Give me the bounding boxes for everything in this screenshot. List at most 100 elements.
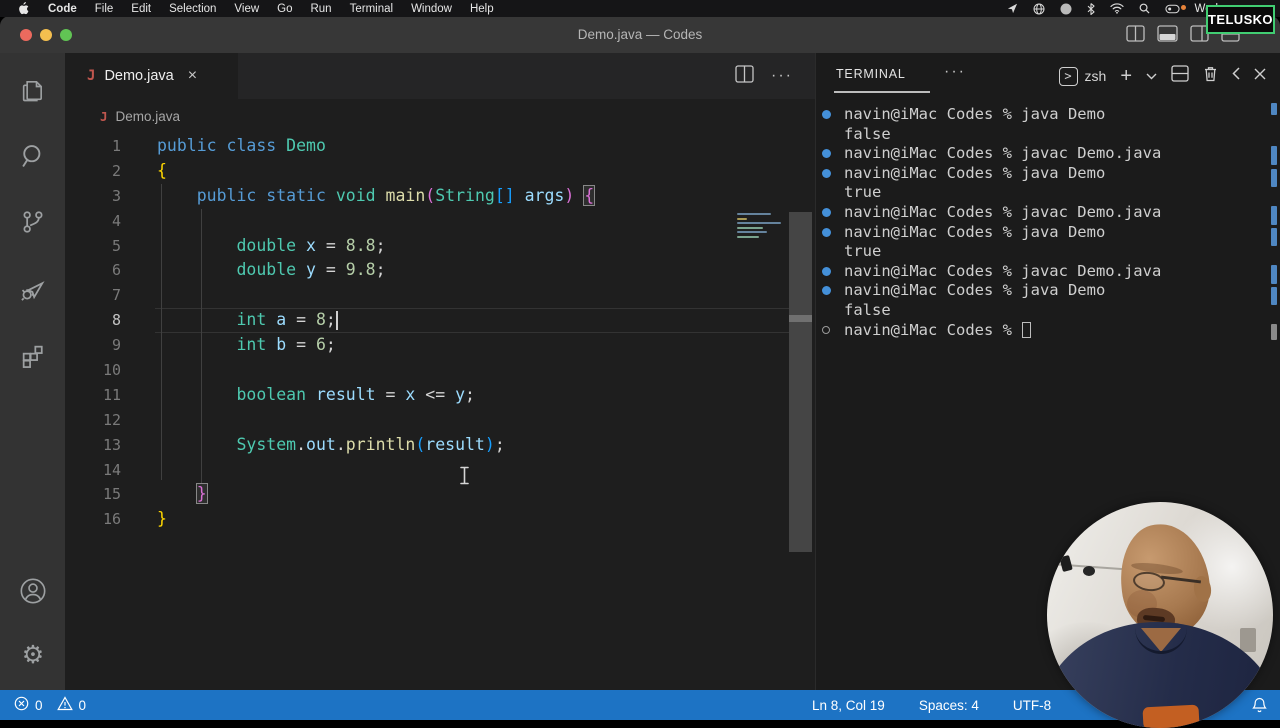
indentation-status[interactable]: Spaces: 4: [919, 698, 979, 713]
terminal-line[interactable]: navin@iMac Codes % java Demo: [816, 281, 1268, 301]
menu-item-code[interactable]: Code: [39, 3, 86, 15]
terminal-line[interactable]: navin@iMac Codes % javac Demo.java: [816, 262, 1268, 282]
minimap[interactable]: [737, 213, 783, 249]
tab-demo-java[interactable]: J Demo.java ×: [65, 53, 238, 99]
split-terminal-icon[interactable]: [1171, 65, 1189, 87]
code-line[interactable]: 16}: [65, 507, 815, 532]
indent-guide: [161, 184, 162, 480]
menu-item-help[interactable]: Help: [461, 3, 503, 15]
wall-object: [1059, 554, 1073, 573]
code-line[interactable]: 11 boolean result = x <= y;: [65, 383, 815, 408]
menu-item-file[interactable]: File: [86, 3, 123, 15]
menu-item-go[interactable]: Go: [268, 3, 301, 15]
terminal-line[interactable]: navin@iMac Codes % java Demo: [816, 223, 1268, 243]
menu-item-terminal[interactable]: Terminal: [341, 3, 402, 15]
java-file-icon: J: [87, 68, 96, 84]
menu-item-run[interactable]: Run: [301, 3, 340, 15]
code-line[interactable]: 13 System.out.println(result);: [65, 433, 815, 458]
scrollbar-cursor-mark: [789, 315, 812, 322]
code-line[interactable]: 14: [65, 458, 815, 483]
code-text: int b = 6;: [236, 335, 336, 355]
line-number: 10: [102, 361, 121, 380]
wifi-icon[interactable]: [1109, 3, 1124, 14]
bluetooth-icon[interactable]: [1087, 2, 1095, 15]
terminal-line[interactable]: navin@iMac Codes % javac Demo.java: [816, 144, 1268, 164]
code-text: boolean result = x <= y;: [236, 384, 475, 404]
panel-more-actions-icon[interactable]: ···: [944, 63, 966, 81]
problems-status[interactable]: 0 0: [14, 690, 94, 720]
menu-item-window[interactable]: Window: [402, 3, 461, 15]
explorer-icon[interactable]: [19, 76, 47, 104]
line-number: 12: [102, 410, 121, 429]
line-number: 8: [111, 311, 121, 330]
wall-object: [1083, 566, 1095, 576]
breadcrumb[interactable]: J Demo.java: [65, 99, 815, 134]
code-line[interactable]: 10: [65, 358, 815, 383]
close-panel-icon[interactable]: [1254, 67, 1266, 85]
code-line[interactable]: 8 int a = 8;: [65, 308, 815, 333]
code-line[interactable]: 4: [65, 209, 815, 234]
code-text: {: [157, 160, 167, 180]
terminal-output[interactable]: navin@iMac Codes % java Demo false navin@i…: [816, 105, 1268, 340]
code-line[interactable]: 12: [65, 408, 815, 433]
siri-icon[interactable]: [1060, 3, 1072, 15]
extensions-icon[interactable]: [19, 342, 47, 370]
apple-menu-icon[interactable]: [18, 2, 29, 15]
terminal-line[interactable]: navin@iMac Codes % javac Demo.java: [816, 203, 1268, 223]
window-title-bar[interactable]: Demo.java — Codes: [0, 16, 1280, 53]
settings-gear-icon[interactable]: ⚙: [19, 642, 47, 670]
new-terminal-icon[interactable]: +: [1120, 65, 1132, 88]
toggle-bottom-panel-icon[interactable]: [1157, 25, 1178, 42]
overview-ruler-mark: [1271, 169, 1277, 187]
launch-profile-chevron-icon[interactable]: [1146, 67, 1157, 85]
menu-item-edit[interactable]: Edit: [122, 3, 160, 15]
code-line[interactable]: 9 int b = 6;: [65, 333, 815, 358]
command-decoration-dot: [822, 110, 831, 119]
code-line[interactable]: 3 public static void main(String[] args)…: [65, 184, 815, 209]
menu-item-selection[interactable]: Selection: [160, 3, 225, 15]
terminal-line[interactable]: navin@iMac Codes %: [816, 321, 1268, 341]
editor-scrollbar[interactable]: [789, 212, 812, 552]
source-control-icon[interactable]: [19, 208, 47, 236]
toggle-panel-layout-icon[interactable]: [1126, 25, 1145, 42]
globe-icon[interactable]: [1033, 3, 1045, 15]
kill-terminal-trash-icon[interactable]: [1203, 65, 1218, 87]
tab-close-icon[interactable]: ×: [188, 67, 197, 85]
code-line[interactable]: 1 public class Demo: [65, 134, 815, 159]
terminal-line[interactable]: true: [816, 242, 1268, 262]
split-editor-icon[interactable]: [735, 64, 754, 88]
code-line[interactable]: 5 double x = 8.8;: [65, 234, 815, 259]
code-line[interactable]: 2{: [65, 159, 815, 184]
run-debug-icon[interactable]: [19, 275, 47, 303]
code-line[interactable]: 15 }: [65, 482, 815, 507]
control-center-icon[interactable]: [1164, 4, 1186, 14]
code-text: public static void main(String[] args) {: [196, 185, 595, 205]
code-text: }: [196, 484, 207, 504]
terminal-line[interactable]: true: [816, 183, 1268, 203]
shell-selector[interactable]: > zsh: [1058, 66, 1106, 86]
account-icon[interactable]: [19, 577, 47, 605]
java-file-icon: J: [100, 109, 108, 124]
menu-item-view[interactable]: View: [225, 3, 268, 15]
code-text: public class Demo: [157, 136, 326, 155]
location-icon[interactable]: [1007, 3, 1018, 14]
code-line[interactable]: 6 double y = 9.8;: [65, 258, 815, 283]
terminal-line[interactable]: navin@iMac Codes % java Demo: [816, 164, 1268, 184]
encoding-status[interactable]: UTF-8: [1013, 698, 1051, 713]
code-line[interactable]: 7: [65, 283, 815, 308]
editor-more-actions-icon[interactable]: ···: [771, 67, 793, 85]
search-icon[interactable]: [19, 142, 47, 170]
breadcrumb-file-label[interactable]: Demo.java: [116, 109, 181, 124]
terminal-line[interactable]: false: [816, 125, 1268, 145]
terminal-line[interactable]: false: [816, 301, 1268, 321]
presenter-shirt-detail: [1142, 704, 1200, 728]
indent-guide: [201, 209, 202, 483]
code-editor[interactable]: 1 public class Demo 2{3 public static void…: [65, 134, 815, 690]
terminal-line[interactable]: navin@iMac Codes % java Demo: [816, 105, 1268, 125]
line-number: 16: [102, 510, 121, 529]
panel-chevron-left-icon[interactable]: [1232, 67, 1240, 85]
spotlight-icon[interactable]: [1139, 3, 1150, 14]
cursor-position-status[interactable]: Ln 8, Col 19: [812, 698, 885, 713]
tab-terminal[interactable]: TERMINAL: [836, 67, 906, 81]
overview-ruler-mark: [1271, 265, 1277, 284]
